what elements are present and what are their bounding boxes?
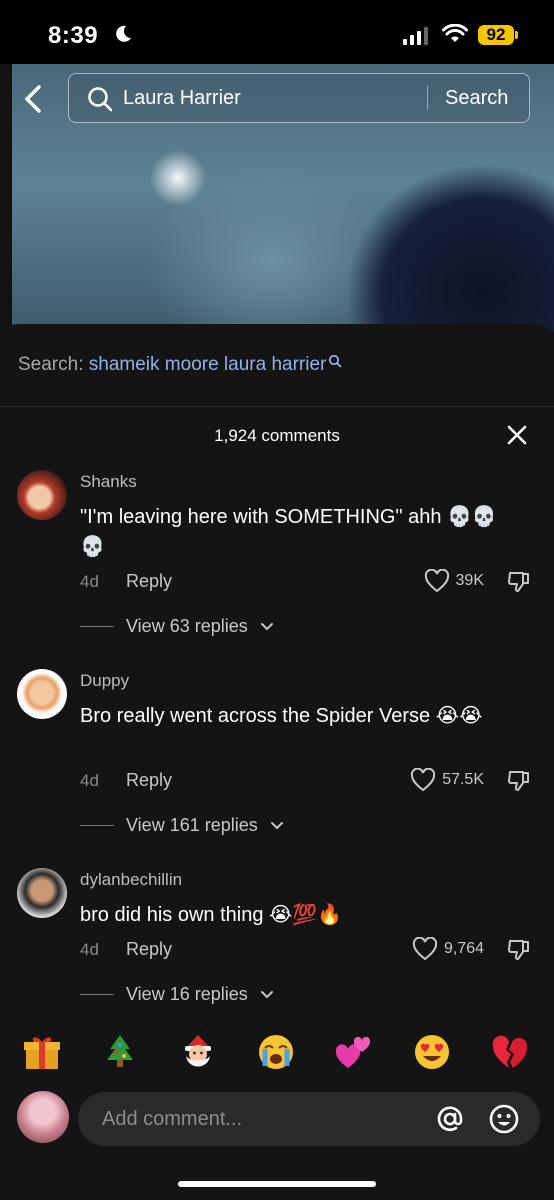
like-count: 9,764	[443, 940, 484, 957]
comments-count: 1,924 comments	[214, 426, 340, 445]
avatar[interactable]	[17, 868, 67, 918]
search-icon	[329, 354, 342, 368]
like-button[interactable]: 57.5K	[410, 768, 484, 792]
heart-icon	[411, 768, 436, 792]
heart-eyes-emoji-icon[interactable]	[410, 1030, 454, 1074]
avatar[interactable]	[17, 669, 67, 719]
comment-input-placeholder: Add comment...	[102, 1108, 243, 1130]
related-search-label: Search:	[18, 354, 84, 375]
battery-indicator: 92	[478, 25, 518, 45]
moon-icon	[116, 25, 131, 42]
like-button[interactable]: 9,764	[412, 937, 484, 961]
current-user-avatar	[17, 1091, 69, 1143]
comment-text: "I'm leaving here with SOMETHING" ahh 💀💀…	[80, 506, 497, 558]
loudly-crying-emoji-icon[interactable]	[254, 1030, 298, 1074]
chevron-down-icon	[260, 622, 273, 630]
comment-username[interactable]: Duppy	[80, 671, 129, 691]
mention-at-icon[interactable]	[434, 1103, 466, 1135]
status-time: 8:39	[48, 22, 99, 49]
chevron-left-icon	[25, 85, 41, 113]
search-button[interactable]: Search	[445, 87, 508, 110]
view-replies-label: View 16 replies	[126, 984, 248, 1004]
comment-text: Bro really went across the Spider Verse …	[80, 705, 483, 727]
related-search-query[interactable]: shameik moore laura harrier	[89, 354, 327, 375]
cellular-signal-icon	[403, 25, 428, 45]
avatar[interactable]	[17, 470, 67, 520]
view-replies-button[interactable]: View 16 replies	[80, 984, 274, 1005]
comment-input[interactable]: Add comment...	[78, 1092, 540, 1146]
heart-icon	[412, 937, 438, 961]
like-count: 39K	[455, 572, 484, 589]
view-replies-label: View 161 replies	[126, 815, 258, 835]
dislike-icon[interactable]	[506, 937, 532, 963]
view-replies-button[interactable]: View 161 replies	[80, 815, 284, 836]
gift-emoji-icon[interactable]	[20, 1030, 64, 1074]
divider	[0, 406, 554, 407]
like-count: 57.5K	[442, 771, 484, 788]
dislike-icon[interactable]	[506, 768, 532, 794]
broken-heart-emoji-icon[interactable]	[488, 1030, 532, 1074]
comment-username[interactable]: Shanks	[80, 472, 137, 492]
back-button[interactable]	[18, 82, 48, 116]
related-search[interactable]: Search: shameik moore laura harrier	[18, 354, 342, 376]
home-indicator	[178, 1181, 376, 1187]
reply-button[interactable]: Reply	[126, 770, 172, 791]
view-replies-button[interactable]: View 63 replies	[80, 616, 274, 637]
comment-age: 4d	[80, 572, 99, 591]
quick-emoji-bar	[0, 1030, 554, 1078]
reply-button[interactable]: Reply	[126, 939, 172, 960]
chevron-down-icon	[270, 821, 283, 829]
two-hearts-emoji-icon[interactable]	[332, 1030, 376, 1074]
comment-text: bro did his own thing 😭💯🔥	[80, 904, 343, 926]
search-query[interactable]: Laura Harrier	[123, 87, 241, 110]
dislike-icon[interactable]	[506, 569, 532, 595]
christmas-tree-emoji-icon[interactable]	[98, 1030, 142, 1074]
comment-age: 4d	[80, 771, 99, 790]
search-icon	[88, 87, 113, 112]
wifi-icon	[442, 24, 468, 42]
reply-button[interactable]: Reply	[126, 571, 172, 592]
santa-emoji-icon[interactable]	[176, 1030, 220, 1074]
chevron-down-icon	[260, 990, 273, 998]
comment-age: 4d	[80, 940, 99, 959]
close-icon[interactable]	[506, 424, 528, 446]
heart-icon	[424, 569, 449, 593]
view-replies-label: View 63 replies	[126, 616, 248, 636]
search-bar[interactable]: Laura Harrier Search	[68, 73, 530, 123]
like-button[interactable]: 39K	[424, 569, 484, 593]
emoji-picker-icon[interactable]	[488, 1103, 520, 1135]
status-bar: 8:39 92	[0, 0, 554, 64]
search-divider	[427, 86, 428, 110]
comment-username[interactable]: dylanbechillin	[80, 870, 182, 890]
